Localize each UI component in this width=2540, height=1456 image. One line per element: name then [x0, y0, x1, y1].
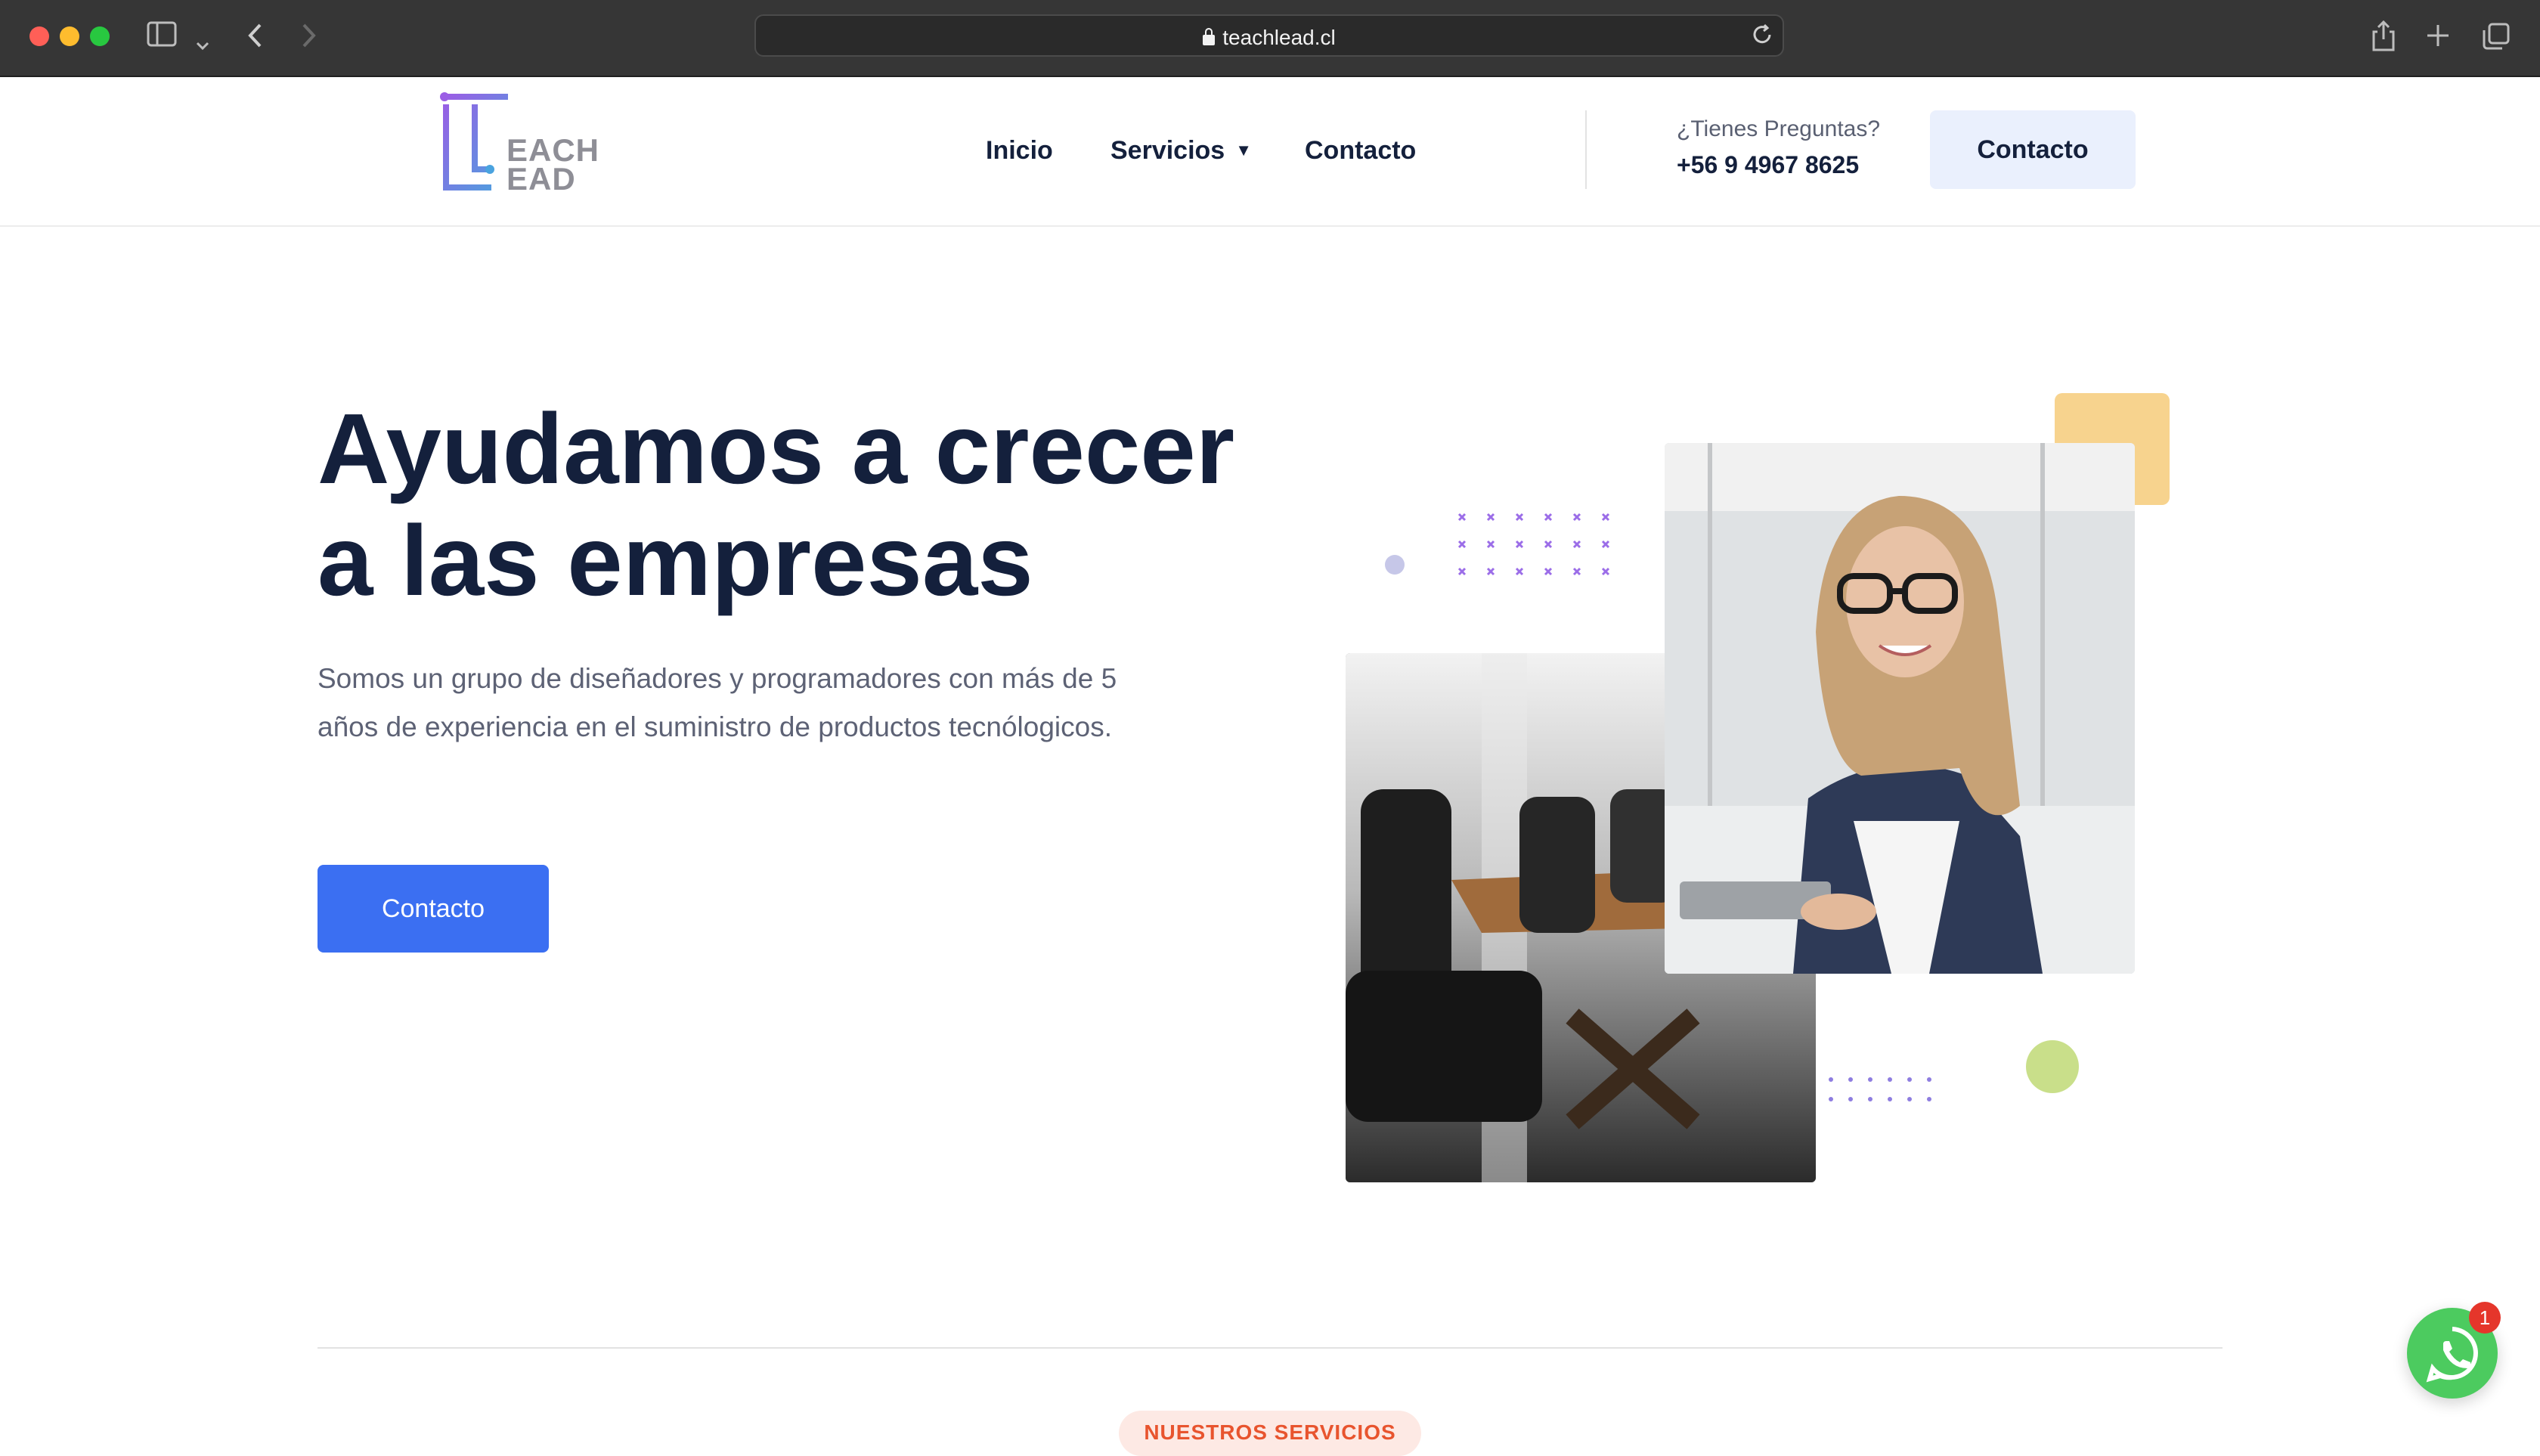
- decorative-purple-dot: [1385, 555, 1405, 575]
- maximize-window-button[interactable]: [90, 26, 110, 46]
- reload-icon[interactable]: [1751, 23, 1773, 52]
- header-contact-button[interactable]: Contacto: [1930, 110, 2136, 189]
- header-divider: [1585, 110, 1587, 189]
- woman-portrait-photo: [1665, 443, 2135, 974]
- logo-text-line2: EAD: [506, 161, 576, 197]
- tab-overview-icon[interactable]: [2483, 23, 2510, 55]
- caret-down-icon: ▼: [1235, 141, 1252, 160]
- address-bar[interactable]: teachlead.cl: [754, 14, 1784, 57]
- decorative-x-pattern: [1457, 513, 1610, 576]
- nav-inicio[interactable]: Inicio: [986, 136, 1053, 166]
- services-section-label: NUESTROS SERVICIOS: [1119, 1411, 1421, 1456]
- hero-title-line1: Ayudamos a crecer: [318, 393, 1235, 504]
- url-text: teachlead.cl: [1222, 26, 1336, 49]
- phone-number[interactable]: +56 9 4967 8625: [1677, 151, 1859, 179]
- back-arrow-icon[interactable]: [246, 23, 265, 54]
- hero-contact-button[interactable]: Contacto: [318, 865, 549, 953]
- questions-label: ¿Tienes Preguntas?: [1677, 116, 1881, 141]
- nav-servicios[interactable]: Servicios ▼: [1110, 136, 1252, 166]
- decorative-green-dot: [2026, 1040, 2079, 1093]
- nav-servicios-label: Servicios: [1110, 136, 1225, 165]
- sidebar-toggle-icon[interactable]: [147, 21, 177, 52]
- hero-title-line2: a las empresas: [318, 505, 1033, 616]
- minimize-window-button[interactable]: [60, 26, 79, 46]
- nav-contacto[interactable]: Contacto: [1305, 136, 1416, 166]
- new-tab-icon[interactable]: [2425, 23, 2451, 54]
- lock-icon: [1203, 28, 1216, 45]
- forward-arrow-icon[interactable]: [299, 23, 318, 54]
- decorative-dot-pattern: [1829, 1077, 1931, 1101]
- notification-badge: 1: [2469, 1302, 2501, 1334]
- section-divider: [318, 1347, 2222, 1349]
- share-icon[interactable]: [2371, 20, 2396, 57]
- hero-description: Somos un grupo de diseñadores y programa…: [318, 663, 1117, 742]
- browser-toolbar: teachlead.cl: [0, 0, 2540, 77]
- hero-title: Ayudamos a crecer a las empresas: [318, 393, 1300, 617]
- teachlead-logo[interactable]: EACH EAD: [438, 91, 599, 197]
- chevron-down-icon[interactable]: [195, 27, 210, 57]
- close-window-button[interactable]: [29, 26, 49, 46]
- site-header: EACH EAD Inicio Servicios ▼ Contacto ¿Tie…: [0, 77, 2540, 227]
